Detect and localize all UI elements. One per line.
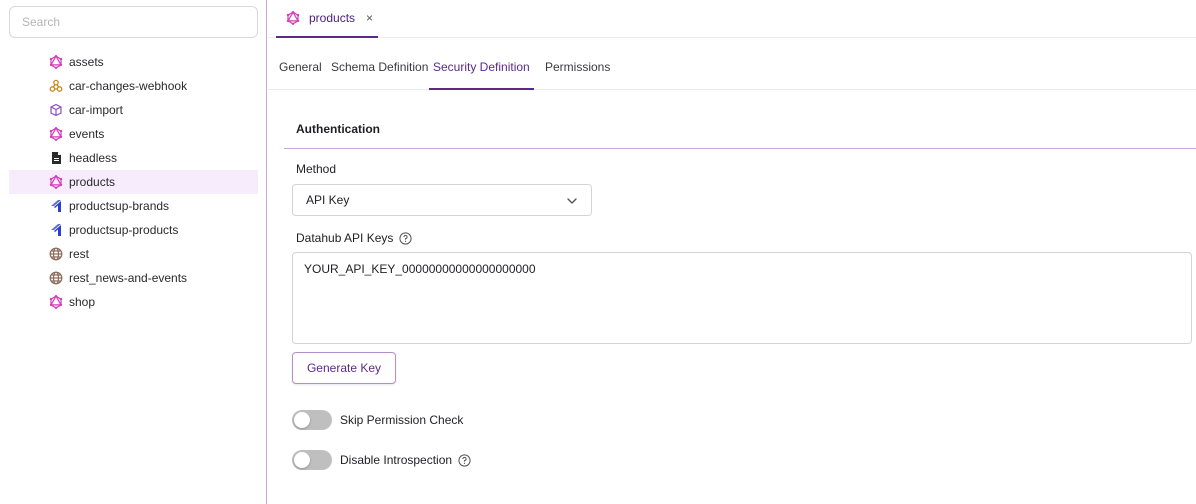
- search-input[interactable]: [9, 6, 258, 38]
- tree-item-events[interactable]: events: [9, 122, 258, 146]
- tree-item-headless[interactable]: headless: [9, 146, 258, 170]
- chevron-down-icon: [565, 194, 579, 208]
- tab-security-definition[interactable]: Security Definition: [429, 38, 534, 90]
- skip-permission-toggle[interactable]: [292, 410, 332, 430]
- tree-item-label: events: [69, 127, 105, 141]
- tree-item-label: assets: [69, 55, 104, 69]
- tree-item-productsup-brands[interactable]: productsup-brands: [9, 194, 258, 218]
- document-tab-bar: products ×: [268, 0, 1196, 38]
- tree-item-assets[interactable]: assets: [9, 50, 258, 74]
- tree-item-rest[interactable]: rest: [9, 242, 258, 266]
- tree-item-productsup-products[interactable]: productsup-products: [9, 218, 258, 242]
- tree-item-label: shop: [69, 295, 96, 309]
- section-tab-bar: General Schema Definition Security Defin…: [268, 38, 1196, 90]
- tree-item-label: productsup-brands: [69, 199, 170, 213]
- method-label: Method: [296, 162, 337, 176]
- section-divider: [284, 148, 1196, 149]
- webhook-icon: [49, 79, 63, 93]
- tree-item-car-import[interactable]: car-import: [9, 98, 258, 122]
- tree-item-label: products: [69, 175, 116, 189]
- graphql-icon: [49, 55, 63, 69]
- tree-item-label: rest: [69, 247, 90, 261]
- import-cube-icon: [49, 103, 63, 117]
- graphql-icon: [286, 11, 300, 25]
- tree-item-label: car-changes-webhook: [69, 79, 188, 93]
- disable-introspection-toggle[interactable]: [292, 450, 332, 470]
- method-select-value: API Key: [306, 193, 350, 207]
- document-tab-label: products: [309, 11, 356, 25]
- tree-item-shop[interactable]: shop: [9, 290, 258, 314]
- disable-introspection-row: Disable Introspection: [292, 450, 471, 470]
- main-panel: products × General Schema Definition Sec…: [268, 0, 1196, 504]
- generate-key-button[interactable]: Generate Key: [292, 352, 396, 384]
- productsup-icon: [49, 199, 63, 213]
- productsup-icon: [49, 223, 63, 237]
- tree-item-label: productsup-products: [69, 223, 179, 237]
- tree-item-label: headless: [69, 151, 118, 165]
- api-keys-textarea[interactable]: YOUR_API_KEY_00000000000000000000: [292, 252, 1192, 344]
- disable-introspection-label: Disable Introspection: [340, 453, 453, 467]
- method-select[interactable]: API Key: [292, 184, 592, 216]
- tree-item-car-changes-webhook[interactable]: car-changes-webhook: [9, 74, 258, 98]
- help-icon[interactable]: [458, 453, 471, 467]
- tree-item-label: car-import: [69, 103, 124, 117]
- globe-icon: [49, 271, 63, 285]
- skip-permission-row: Skip Permission Check: [292, 410, 463, 430]
- tab-general[interactable]: General: [279, 38, 322, 90]
- tree-item-label: rest_news-and-events: [69, 271, 188, 285]
- file-icon: [49, 151, 63, 165]
- tab-schema-definition[interactable]: Schema Definition: [331, 38, 428, 90]
- toggle-knob: [294, 412, 310, 428]
- sidebar: assets car-changes-webhook car-import ev…: [0, 0, 267, 504]
- endpoint-tree: assets car-changes-webhook car-import ev…: [9, 50, 258, 314]
- tree-item-products[interactable]: products: [9, 170, 258, 194]
- api-keys-label: Datahub API Keys: [296, 231, 394, 245]
- toggle-knob: [294, 452, 310, 468]
- section-title: Authentication: [296, 122, 380, 136]
- graphql-icon: [49, 127, 63, 141]
- tab-permissions[interactable]: Permissions: [545, 38, 610, 90]
- graphql-icon: [49, 175, 63, 189]
- skip-permission-label: Skip Permission Check: [340, 413, 464, 427]
- tree-item-rest-news-and-events[interactable]: rest_news-and-events: [9, 266, 258, 290]
- help-icon[interactable]: [399, 231, 413, 245]
- globe-icon: [49, 247, 63, 261]
- document-tab-products[interactable]: products ×: [276, 0, 378, 38]
- graphql-icon: [49, 295, 63, 309]
- api-keys-label-row: Datahub API Keys: [296, 231, 413, 245]
- close-icon[interactable]: ×: [366, 11, 373, 25]
